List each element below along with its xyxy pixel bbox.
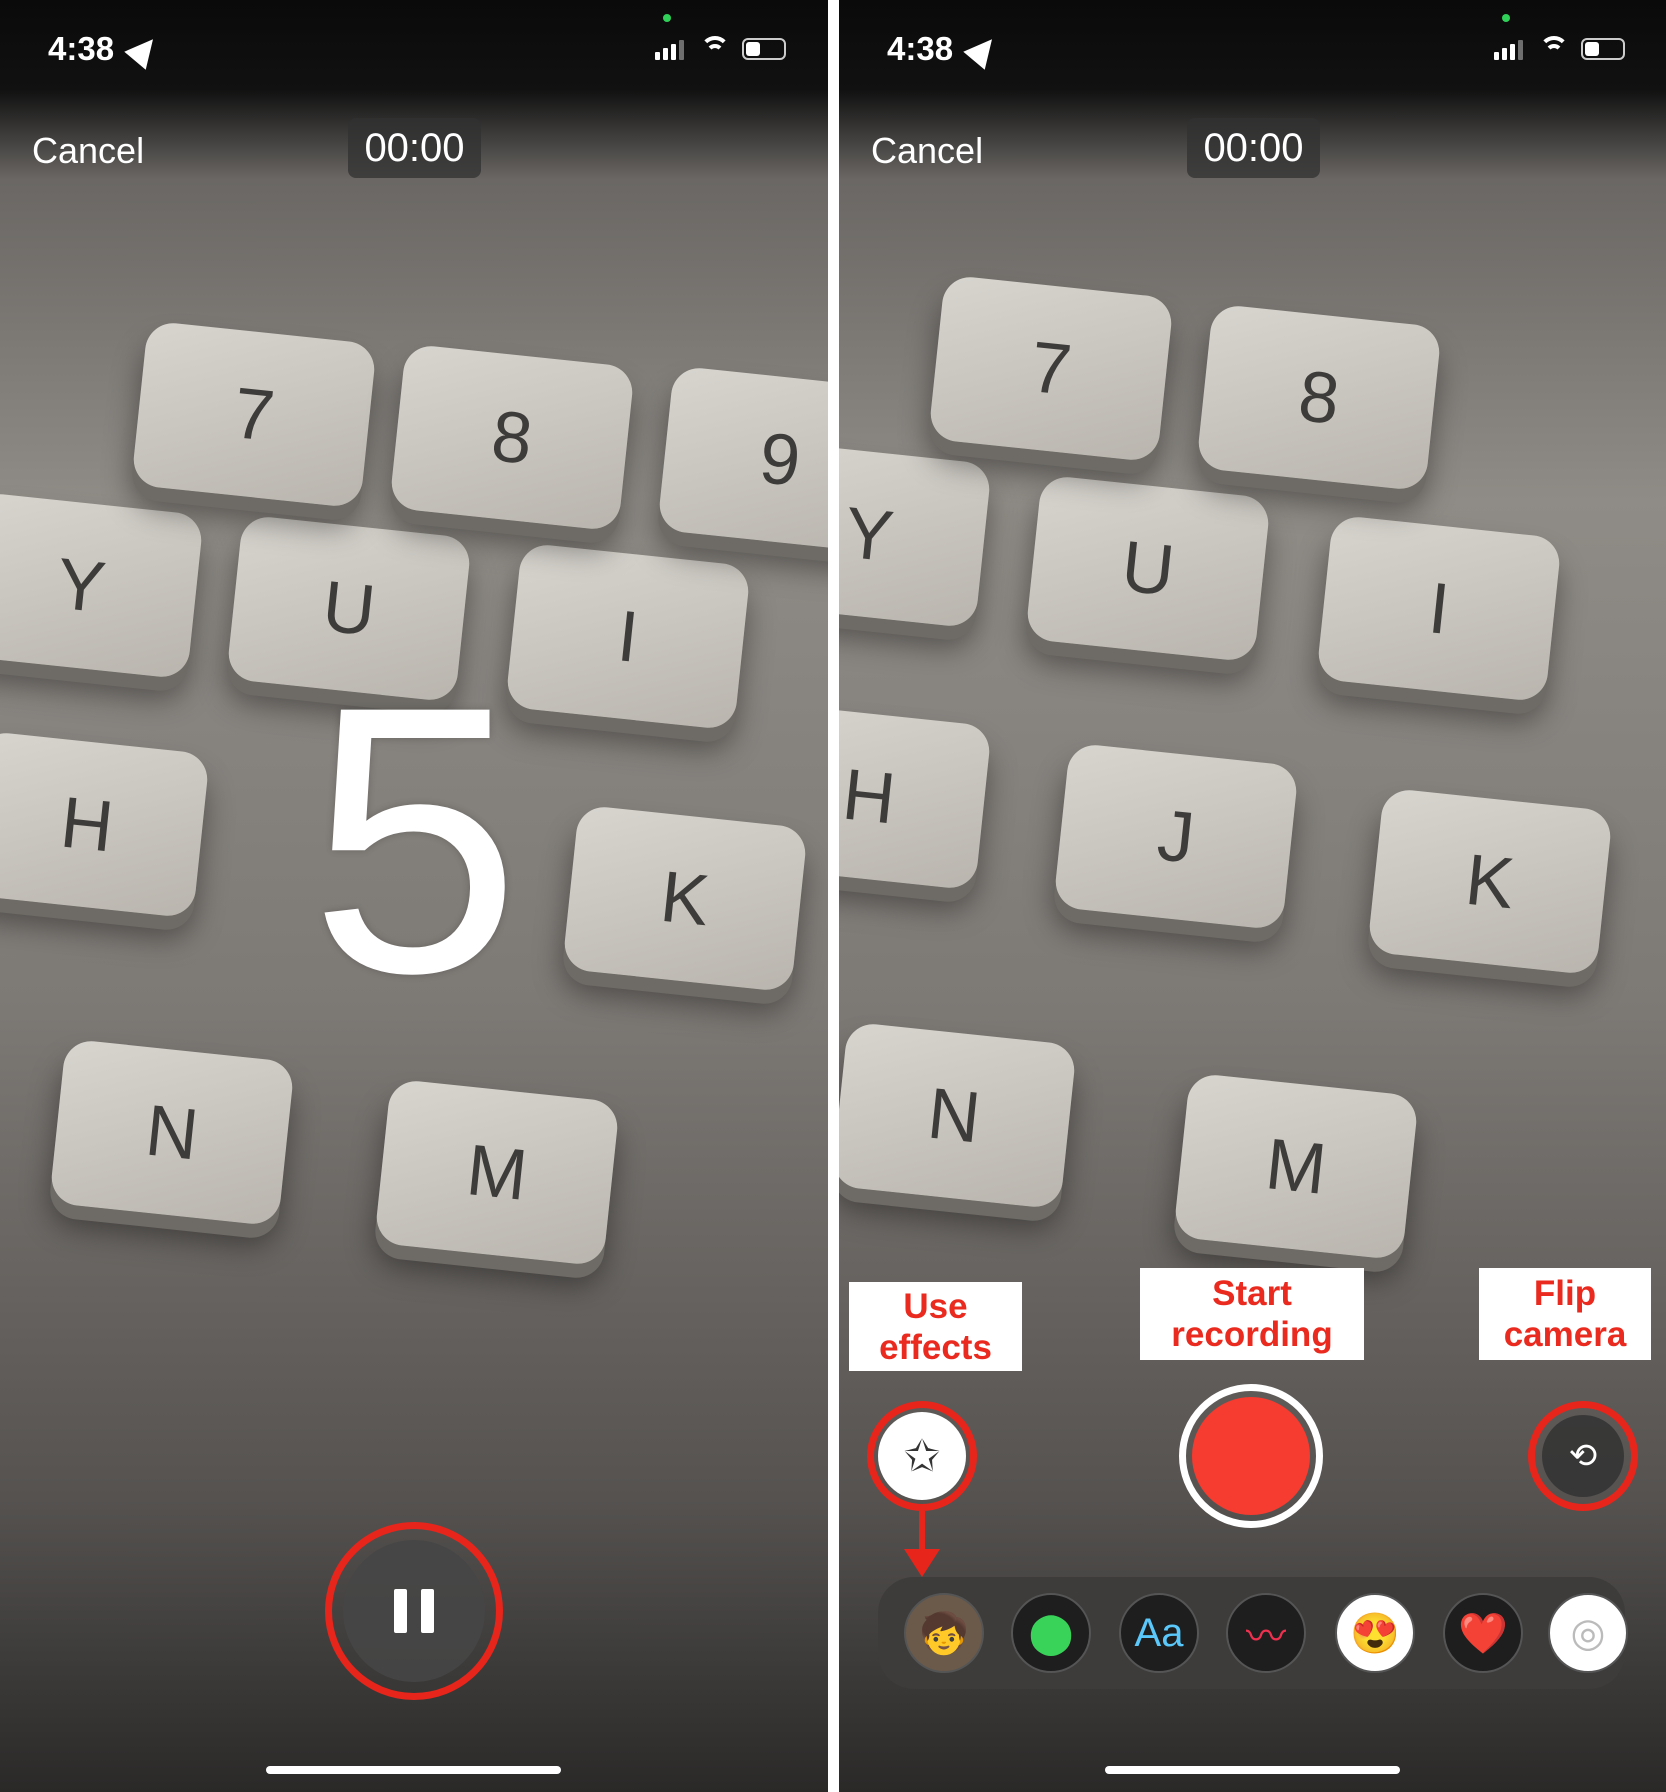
annotation-flip-camera: Flip camera xyxy=(1479,1268,1651,1360)
location-icon xyxy=(124,30,164,70)
record-button[interactable] xyxy=(1179,1384,1323,1528)
keyboard-key: M xyxy=(1173,1072,1419,1261)
recording-timer: 00:00 xyxy=(1187,118,1320,178)
keyboard-key: 7 xyxy=(927,274,1174,463)
wifi-icon xyxy=(700,36,730,60)
location-icon xyxy=(963,30,1003,70)
keyboard-key: 9 xyxy=(656,365,828,554)
keyboard-key: 8 xyxy=(1195,303,1442,492)
cancel-button[interactable]: Cancel xyxy=(871,130,983,172)
keyboard-key: H xyxy=(839,702,992,891)
camera-rotate-icon: ⟲ xyxy=(1568,1437,1598,1475)
countdown-number: 5 xyxy=(309,627,521,1052)
keyboard-key: K xyxy=(1366,787,1613,976)
keyboard-key: 8 xyxy=(388,343,635,532)
right-screen: YUI HJK NM 78 4:38 Cancel 00:00 Use effects… xyxy=(839,0,1666,1792)
effect-filters-button[interactable]: ⬤ xyxy=(1011,1593,1091,1673)
recording-timer: 00:00 xyxy=(348,118,481,178)
camera-in-use-indicator xyxy=(1502,14,1510,22)
keyboard-key: I xyxy=(505,542,751,731)
status-bar: 4:38 xyxy=(0,0,828,100)
battery-icon xyxy=(1581,38,1625,60)
keyboard-key: Y xyxy=(839,439,992,629)
camera-in-use-indicator xyxy=(663,14,671,22)
record-icon xyxy=(1192,1397,1310,1515)
left-screen: YUIHKNM789 4:38 Cancel 00:00 5 xyxy=(0,0,828,1792)
star-icon: ✩ xyxy=(903,1431,941,1481)
annotation-arrow xyxy=(919,1511,925,1551)
keyboard-key: Y xyxy=(0,491,204,680)
status-time: 4:38 xyxy=(887,30,954,67)
keyboard-key: M xyxy=(373,1078,620,1267)
keyboard-key: 7 xyxy=(131,320,378,509)
effect-memoji-stickers-button[interactable]: 😍 xyxy=(1335,1593,1415,1673)
effect-memoji-button[interactable]: 🧒 xyxy=(904,1593,984,1673)
status-time: 4:38 xyxy=(48,30,115,67)
pause-button[interactable] xyxy=(343,1540,485,1682)
home-indicator[interactable] xyxy=(1105,1766,1400,1774)
keyboard-key: H xyxy=(0,730,210,919)
home-indicator[interactable] xyxy=(266,1766,561,1774)
effect-emoji-stickers-button[interactable]: ❤️ xyxy=(1443,1593,1523,1673)
effects-button[interactable]: ✩ xyxy=(878,1412,966,1500)
annotation-start-recording: Start recording xyxy=(1140,1268,1364,1360)
keyboard-key: N xyxy=(839,1021,1077,1210)
effect-fitness-button[interactable]: ◎ xyxy=(1548,1593,1628,1673)
effect-text-button[interactable]: Aa xyxy=(1119,1593,1199,1673)
keyboard-key: I xyxy=(1315,514,1562,703)
annotation-use-effects: Use effects xyxy=(849,1282,1022,1371)
annotation-arrowhead xyxy=(904,1549,940,1577)
effects-tray: 🧒 ⬤ Aa 〰 😍 ❤️ ◎ xyxy=(878,1577,1628,1689)
keyboard-key: N xyxy=(49,1038,295,1227)
cellular-signal-icon xyxy=(655,40,684,60)
battery-icon xyxy=(742,38,786,60)
status-bar: 4:38 xyxy=(839,0,1666,100)
cancel-button[interactable]: Cancel xyxy=(32,130,144,172)
flip-camera-button[interactable]: ⟲ xyxy=(1542,1415,1624,1497)
keyboard-key: J xyxy=(1053,742,1300,931)
pause-icon xyxy=(394,1589,407,1633)
effect-shapes-button[interactable]: 〰 xyxy=(1226,1593,1306,1673)
keyboard-key: U xyxy=(1024,474,1271,663)
cellular-signal-icon xyxy=(1494,40,1523,60)
keyboard-key: K xyxy=(562,804,808,993)
wifi-icon xyxy=(1539,36,1569,60)
